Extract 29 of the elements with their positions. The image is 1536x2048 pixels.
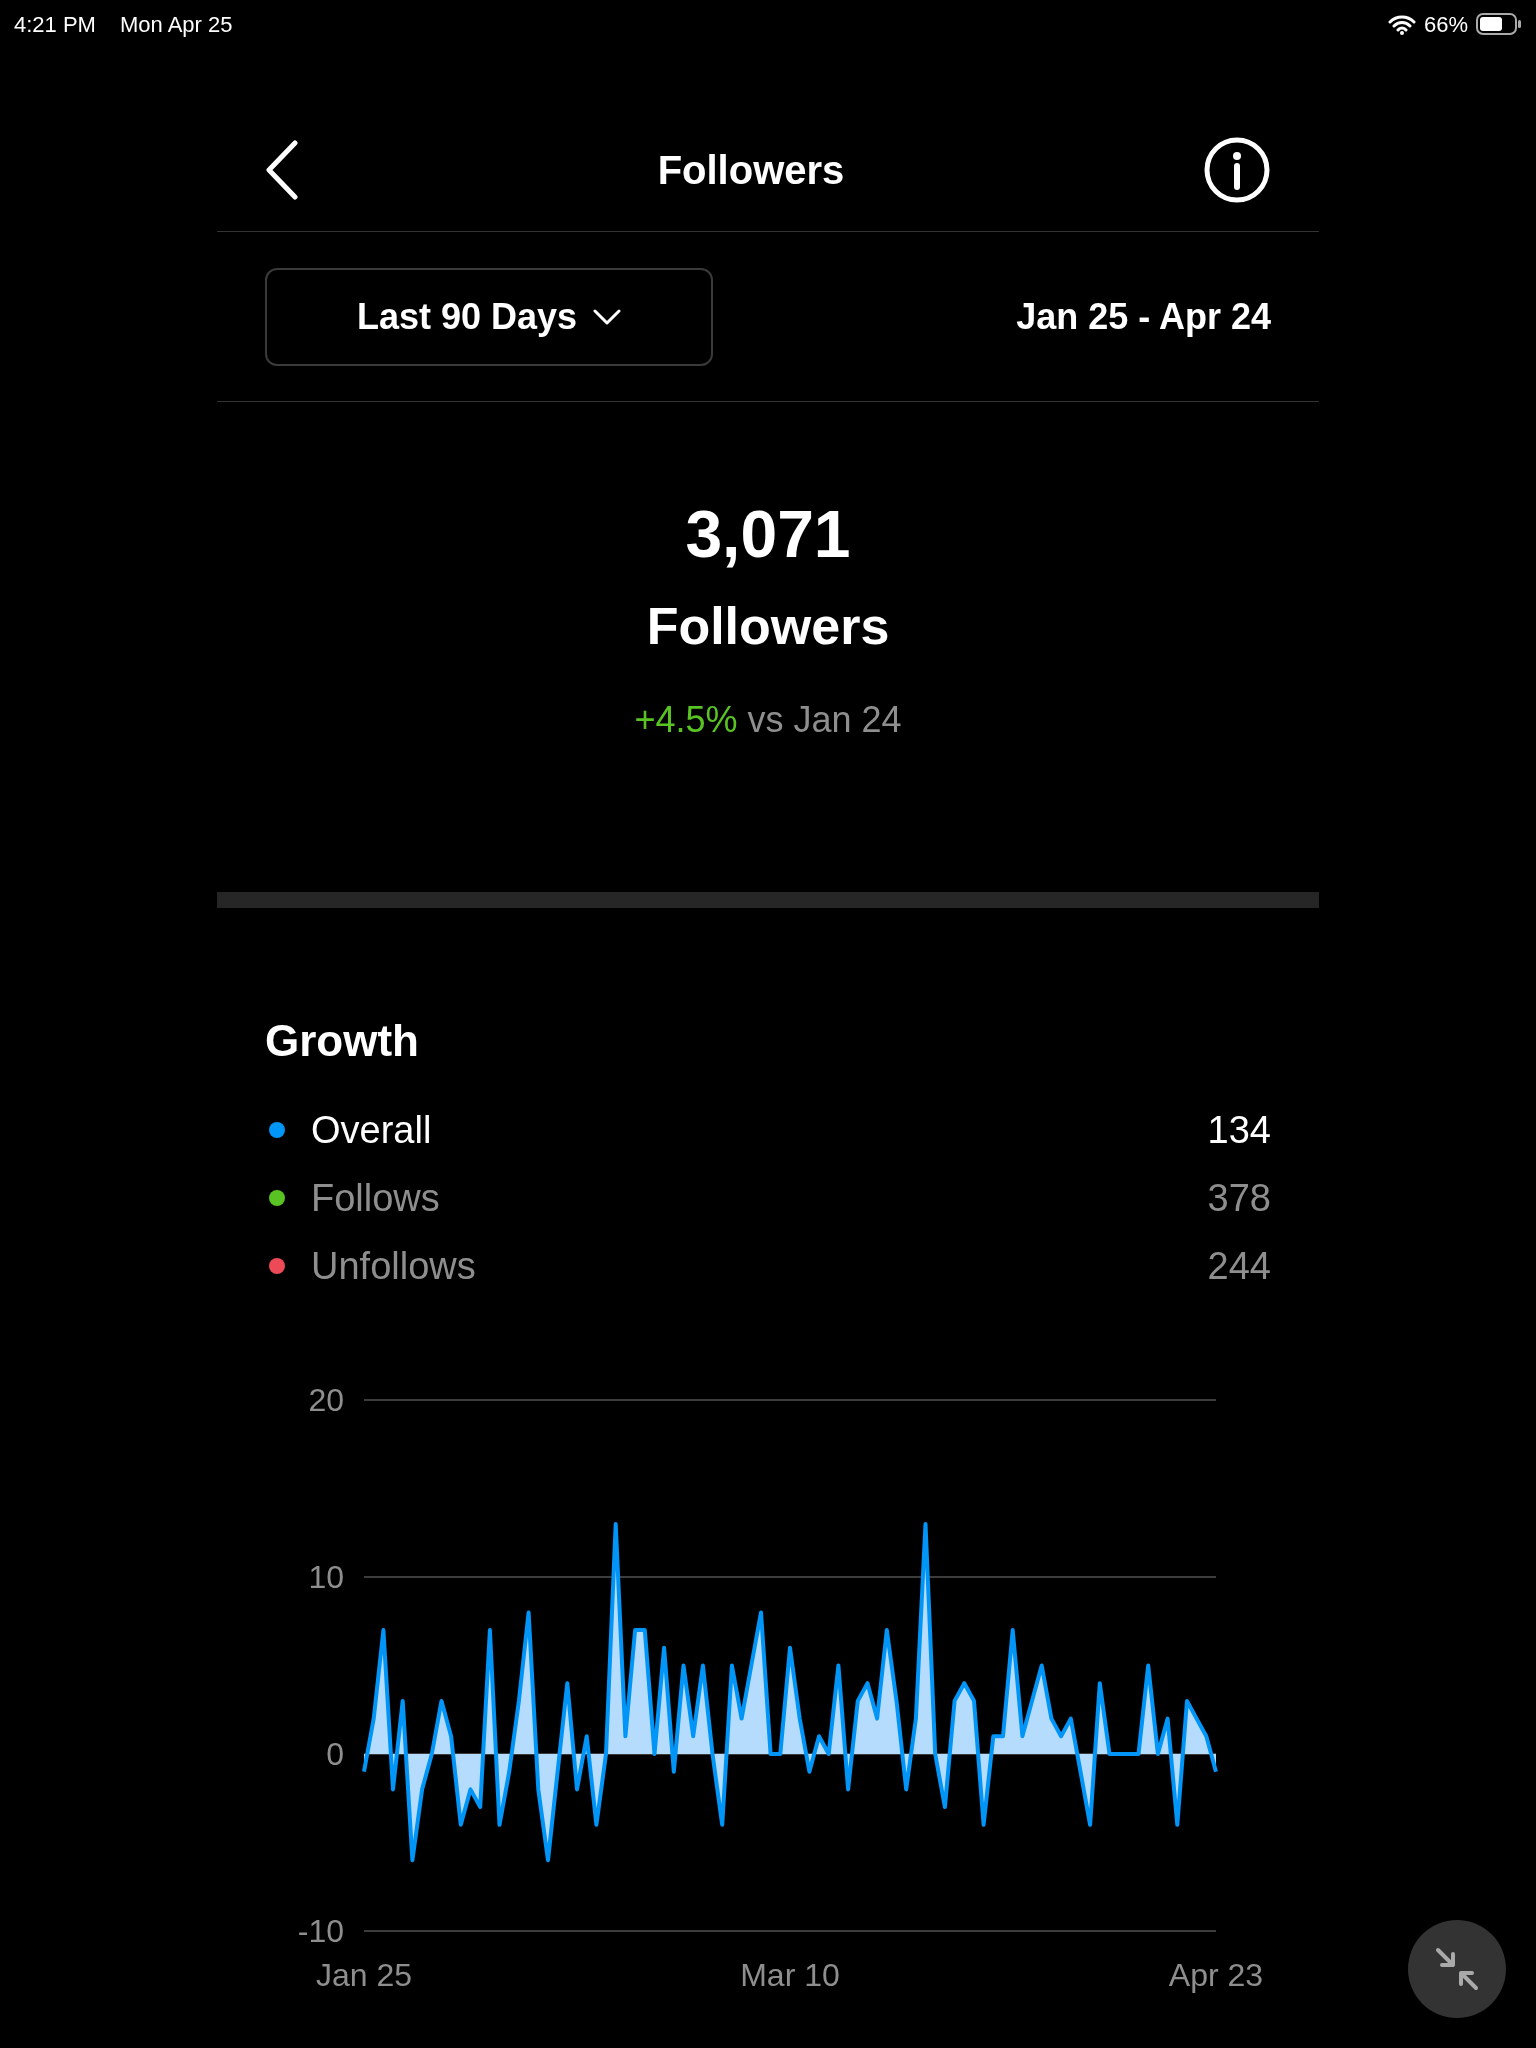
legend-value: 378	[1207, 1175, 1271, 1221]
back-icon[interactable]	[265, 139, 299, 200]
legend-label[interactable]: Overall	[311, 1108, 432, 1151]
x-tick-label: Apr 23	[1168, 1957, 1264, 1993]
y-tick-label: 20	[308, 1382, 344, 1418]
section-title: Growth	[265, 1015, 420, 1067]
x-tick-label: Mar 10	[740, 1957, 840, 1993]
legend-label[interactable]: Follows	[311, 1176, 440, 1219]
status-time: 4:21 PM	[14, 10, 96, 39]
legend-label[interactable]: Unfollows	[311, 1244, 476, 1287]
y-tick-label: 10	[308, 1559, 344, 1595]
info-icon[interactable]	[1203, 135, 1271, 204]
x-tick-label: Jan 25	[315, 1957, 413, 1993]
period-dropdown[interactable]: Last 90 Days	[265, 267, 713, 366]
date-range: Jan 25 - Apr 24	[1016, 294, 1271, 339]
legend-value: 244	[1207, 1243, 1271, 1289]
status-date: Mon Apr 25	[119, 10, 233, 39]
battery-icon	[1476, 12, 1522, 36]
y-tick-label: -10	[297, 1913, 344, 1949]
y-tick-label: 0	[326, 1736, 344, 1772]
collapse-icon	[1434, 1946, 1480, 1992]
battery-percent: 66%	[1423, 10, 1468, 39]
legend-value: 134	[1207, 1107, 1271, 1153]
page-title: Followers	[657, 146, 845, 194]
count-label: Followers	[645, 595, 891, 657]
chevron-icon	[593, 308, 622, 325]
wifi-icon	[1387, 13, 1416, 35]
follower-count: 3,071	[684, 498, 852, 571]
change-text: +4.5% vs Jan 24	[633, 697, 903, 742]
